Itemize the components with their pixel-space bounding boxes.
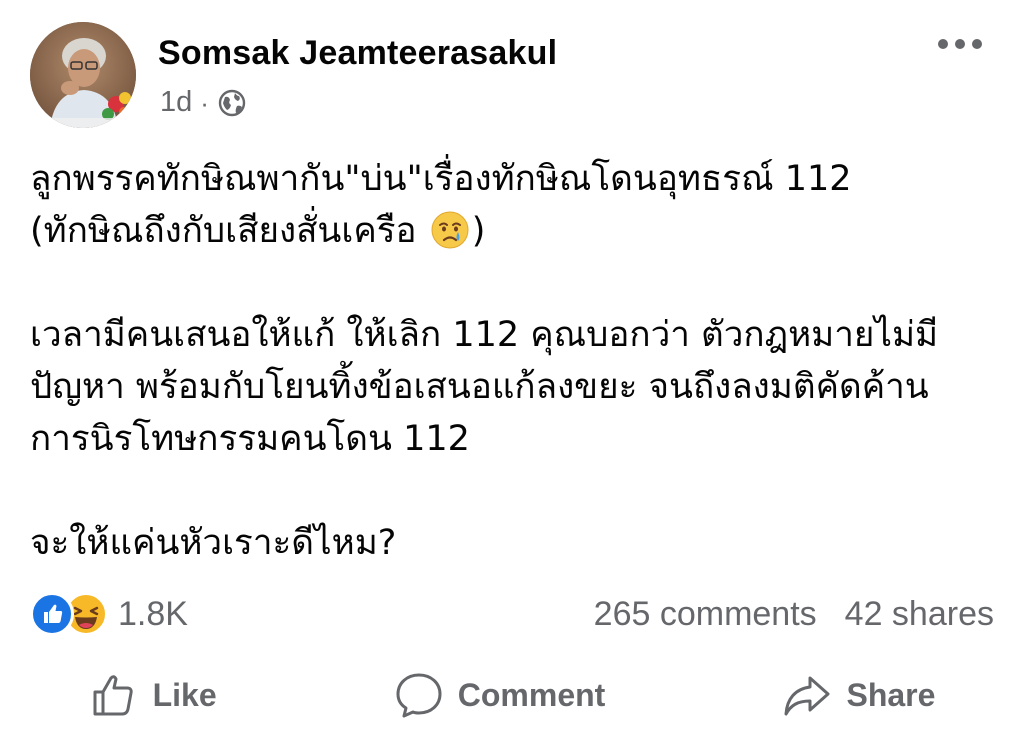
post-text-line: (ทักษิณถึงกับเสียงสั่นเครือ )	[30, 205, 994, 257]
more-dot	[938, 39, 948, 49]
engagement-counts: 265 comments 42 shares	[594, 595, 994, 634]
like-reaction-icon	[30, 592, 74, 636]
post-text-line: จะให้แค่นหัวเราะดีไหม?	[30, 523, 397, 563]
post-text-line: ลูกพรรคทักษิณพากัน"บ่น"เรื่องทักษิณโดนอุ…	[30, 159, 852, 199]
facebook-post: Somsak Jeamteerasakul 1d · ลูกพรรคทักษิณ…	[0, 0, 1024, 730]
meta-separator: ·	[200, 87, 209, 118]
avatar-photo	[30, 22, 136, 128]
more-dot	[972, 39, 982, 49]
post-body: ลูกพรรคทักษิณพากัน"บ่น"เรื่องทักษิณโดนอุ…	[30, 153, 994, 569]
comment-button[interactable]: Comment	[394, 670, 606, 720]
more-dot	[955, 39, 965, 49]
thumbs-up-icon	[93, 675, 133, 716]
post-text-segment: )	[471, 211, 486, 251]
share-button[interactable]: Share	[782, 670, 935, 720]
post-stats: 1.8K 265 comments 42 shares	[30, 590, 994, 638]
post-text-line: การนิรโทษกรรมคนโดน 112	[30, 419, 470, 459]
post-text-line: ปัญหา พร้อมกับโยนทิ้งข้อเสนอแก้ลงขยะ จนถ…	[30, 367, 929, 407]
share-arrow-icon	[784, 676, 830, 716]
post-header: Somsak Jeamteerasakul 1d ·	[30, 22, 994, 132]
author-name[interactable]: Somsak Jeamteerasakul	[158, 34, 557, 73]
like-label: Like	[152, 676, 217, 713]
crying-face-emoji	[431, 211, 469, 249]
comment-bubble-icon	[396, 673, 442, 718]
post-text-segment: (ทักษิณถึงกับเสียงสั่นเครือ	[30, 211, 428, 251]
comments-count[interactable]: 265 comments	[594, 595, 817, 634]
post-meta: 1d ·	[160, 86, 247, 119]
more-options-button[interactable]	[938, 34, 986, 54]
shares-count[interactable]: 42 shares	[845, 595, 994, 634]
post-timestamp[interactable]: 1d	[160, 86, 192, 119]
share-label: Share	[846, 676, 936, 713]
post-actions: Like Comment Share	[0, 660, 1024, 730]
reactions-summary[interactable]: 1.8K	[30, 592, 188, 636]
reaction-count: 1.8K	[118, 594, 188, 633]
post-text-line: เวลามีคนเสนอให้แก้ ให้เลิก 112 คุณบอกว่า…	[30, 315, 939, 355]
comment-label: Comment	[457, 676, 606, 713]
author-avatar[interactable]	[30, 22, 136, 128]
like-button[interactable]: Like	[89, 670, 217, 720]
globe-icon	[218, 89, 246, 116]
